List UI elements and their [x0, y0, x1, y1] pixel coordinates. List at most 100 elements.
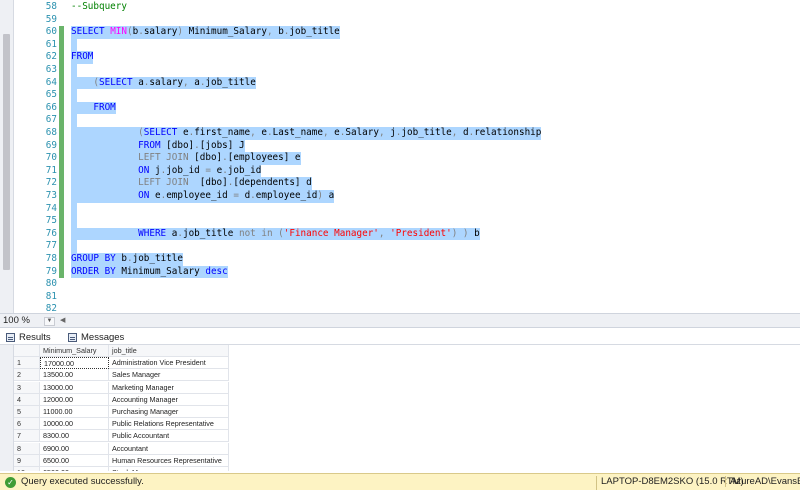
code-token: FROM	[93, 101, 116, 113]
code-line[interactable]: 74	[14, 202, 800, 216]
grid-cell[interactable]: Administration Vice President	[109, 357, 229, 370]
tab-results[interactable]: Results	[6, 330, 51, 344]
grid-cell[interactable]: Public Relations Representative	[109, 418, 229, 431]
sql-editor[interactable]: 58 --Subquery 59 60 SELECT MIN(b.salary) Min…	[14, 0, 800, 313]
code-token: job_title	[132, 253, 183, 264]
code-token: salary	[143, 26, 178, 38]
row-number: 1	[14, 357, 40, 370]
grid-cell[interactable]: 17000.00	[40, 357, 109, 370]
code-token: relationship	[474, 127, 542, 138]
code-line[interactable]: 79 ORDER BY Minimum_Salary desc	[14, 265, 800, 279]
grid-cell[interactable]: 6500.00	[40, 454, 109, 467]
code-token: e	[255, 127, 267, 138]
code-line[interactable]: 70 LEFT JOIN [dbo].[employees] e	[14, 152, 800, 165]
code-token: ,	[250, 127, 256, 138]
code-text: FROM [dbo].[jobs] J	[71, 139, 245, 153]
code-line[interactable]: 68 (SELECT e.first_name, e.Last_name, e.…	[14, 127, 800, 140]
code-line[interactable]: 78 GROUP BY b.job_title	[14, 253, 800, 266]
code-text: SELECT MIN(b.salary) Minimum_Salary, b.j…	[71, 26, 340, 39]
code-token: e	[154, 190, 161, 201]
code-token	[71, 101, 94, 113]
grid-cell[interactable]: Purchasing Manager	[109, 406, 229, 418]
code-text: FROM	[71, 51, 94, 64]
row-number: 2	[14, 369, 40, 382]
code-token: [dependents] d	[233, 177, 312, 189]
code-token: FROM	[71, 51, 94, 63]
grid-cell[interactable]: 11000.00	[40, 406, 109, 418]
tab-messages-label: Messages	[81, 331, 125, 343]
code-line[interactable]: 65	[14, 89, 800, 102]
code-line[interactable]: 63	[14, 64, 800, 77]
code-line[interactable]: 81	[14, 291, 800, 304]
code-token: ,	[266, 26, 273, 38]
code-token: [jobs] J	[199, 139, 245, 151]
grid-cell[interactable]: Accounting Manager	[109, 393, 229, 406]
grid-cell[interactable]: Sales Manager	[109, 369, 229, 382]
results-grid[interactable]: Minimum_Salary job_title 1 17000.00 Administ…	[14, 345, 800, 471]
grid-cell[interactable]: 8300.00	[40, 430, 109, 443]
grid-cell[interactable]: Human Resources Representative	[109, 454, 229, 467]
grid-cell[interactable]: 12000.00	[40, 393, 109, 406]
code-line[interactable]: 77	[14, 240, 800, 253]
code-token: FROM	[138, 139, 167, 151]
line-number: 70	[45, 152, 57, 164]
row-number: 7	[14, 430, 40, 443]
code-line[interactable]: 62 FROM	[14, 51, 800, 64]
code-line[interactable]: 71 ON j.job_id = e.job_id	[14, 164, 800, 178]
status-user: AzureAD\EvansEnd	[725, 476, 800, 487]
code-token: SELECT	[99, 76, 139, 88]
code-line[interactable]: 76 WHERE a.job_title not in ('Finance Ma…	[14, 227, 800, 241]
line-number: 64	[45, 76, 57, 88]
code-line[interactable]: 61	[14, 38, 800, 52]
grid-cell[interactable]: Marketing Manager	[109, 381, 229, 394]
zoom-dropdown-chevron-down-icon[interactable]: ▼	[44, 317, 55, 326]
horizontal-scrollbar[interactable]: ◀	[60, 316, 800, 326]
vertical-scroll-thumb[interactable]	[3, 34, 10, 270]
grid-cell[interactable]: 10000.00	[40, 418, 109, 431]
grid-cell[interactable]: Stock Manager	[109, 467, 229, 471]
code-line[interactable]: 67	[14, 114, 800, 127]
results-tab-strip: Results Messages	[0, 328, 800, 345]
row-number: 10	[14, 467, 40, 471]
code-token: Salary	[345, 127, 379, 138]
line-number: 65	[45, 89, 57, 101]
code-token: e	[328, 127, 340, 138]
code-token: .	[126, 253, 133, 264]
code-token	[71, 190, 139, 201]
code-line[interactable]: 69 FROM [dbo].[jobs] J	[14, 139, 800, 153]
code-line[interactable]: 80	[14, 278, 800, 291]
code-line[interactable]: 82	[14, 303, 800, 313]
grid-cell[interactable]: 6500.00	[40, 467, 109, 471]
code-token: job_id	[227, 164, 262, 176]
zoom-level[interactable]: 100 %	[3, 315, 30, 326]
code-line[interactable]: 64 (SELECT a.salary, a.job_title	[14, 76, 800, 90]
code-token: ) )	[451, 227, 469, 239]
code-token: [dbo]	[199, 177, 228, 189]
code-token: GROUP BY	[71, 253, 122, 264]
scroll-left-arrow-icon[interactable]: ◀	[60, 316, 65, 324]
code-line[interactable]: 66 FROM	[14, 101, 800, 115]
code-line[interactable]: 60 SELECT MIN(b.salary) Minimum_Salary, b…	[14, 26, 800, 39]
code-text: (SELECT e.first_name, e.Last_name, e.Sal…	[71, 127, 542, 140]
code-token: ,	[378, 127, 385, 138]
code-token: SELECT	[71, 26, 111, 38]
code-line[interactable]: 75	[14, 215, 800, 228]
line-number: 60	[45, 26, 57, 38]
code-line[interactable]: 73 ON e.employee_id = d.employee_id) a	[14, 190, 800, 203]
code-token: d	[457, 127, 469, 138]
code-line[interactable]: 58 --Subquery	[14, 1, 800, 14]
editor-zoom-bar: 100 % ▼ ◀	[0, 313, 800, 328]
code-line[interactable]: 72 LEFT JOIN [dbo].[dependents] d	[14, 177, 800, 190]
code-token: ORDER BY	[71, 265, 122, 277]
grid-cell[interactable]: 6900.00	[40, 442, 109, 455]
grid-cell[interactable]: Public Accountant	[109, 430, 229, 443]
code-line[interactable]: 59	[14, 14, 800, 27]
tab-messages[interactable]: Messages	[68, 330, 124, 344]
grid-cell[interactable]: 13000.00	[40, 381, 109, 394]
grid-side-strip	[0, 345, 14, 471]
line-number: 73	[45, 190, 57, 201]
grid-cell[interactable]: Accountant	[109, 442, 229, 455]
grid-cell[interactable]: 13500.00	[40, 369, 109, 382]
code-token: desc	[205, 265, 228, 277]
code-token: (	[138, 127, 144, 138]
